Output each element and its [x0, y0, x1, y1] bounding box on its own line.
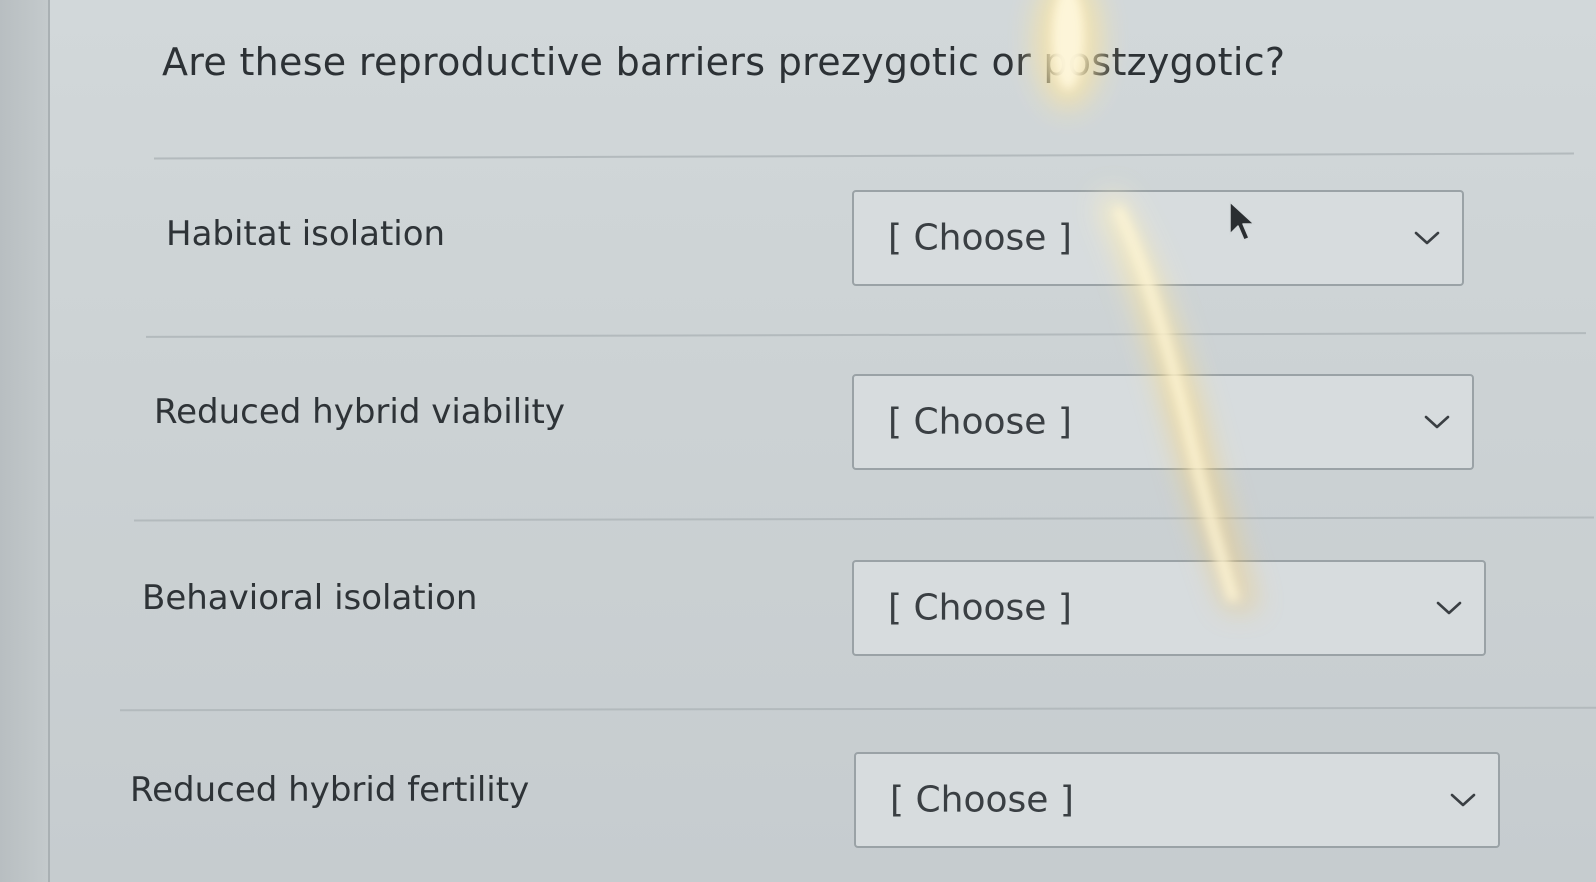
answer-select[interactable]: [ Choose ] [852, 374, 1474, 470]
answer-select[interactable]: [ Choose ] [852, 560, 1486, 656]
select-value: [ Choose ] [888, 587, 1072, 629]
divider [133, 516, 1595, 522]
mouse-pointer-icon [1229, 201, 1255, 241]
answer-select[interactable]: [ Choose ] [854, 752, 1500, 848]
chevron-down-icon [1424, 415, 1450, 429]
select-value: [ Choose ] [888, 401, 1072, 443]
divider [154, 152, 1574, 160]
row-label: Behavioral isolation [142, 578, 478, 618]
chevron-down-icon [1436, 601, 1462, 615]
quiz-panel: Are these reproductive barriers prezygot… [48, 0, 1596, 882]
answer-select[interactable]: [ Choose ] [852, 190, 1464, 286]
select-value: [ Choose ] [888, 217, 1072, 259]
divider [145, 332, 1587, 338]
divider [119, 706, 1596, 712]
row-label: Habitat isolation [166, 214, 446, 254]
question-title: Are these reproductive barriers prezygot… [162, 40, 1286, 84]
background-edge [0, 0, 48, 882]
chevron-down-icon [1450, 793, 1476, 807]
row-label: Reduced hybrid viability [154, 392, 565, 432]
chevron-down-icon [1414, 231, 1440, 245]
row-label: Reduced hybrid fertility [130, 770, 530, 810]
select-value: [ Choose ] [890, 779, 1074, 821]
